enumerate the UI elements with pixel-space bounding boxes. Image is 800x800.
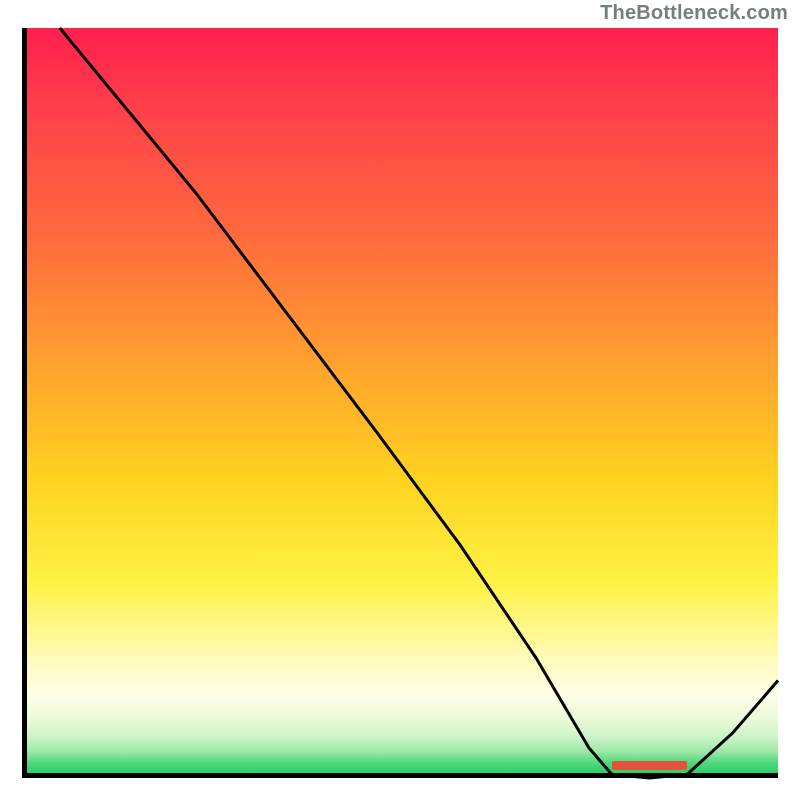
watermark-text: TheBottleneck.com [600,2,788,25]
bottleneck-curve [60,28,778,778]
curve-svg [22,28,778,778]
chart-container: TheBottleneck.com [0,0,800,800]
plot-area [22,28,778,778]
